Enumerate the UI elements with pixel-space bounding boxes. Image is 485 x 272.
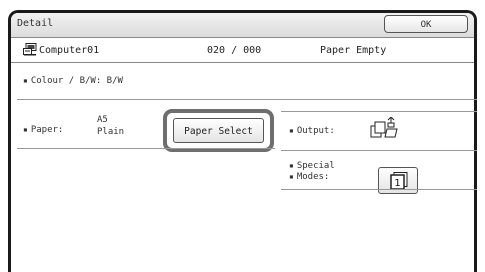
detail-window: Detail OK Computer01 020 / 000 Paper Emp… xyxy=(8,10,477,272)
divider xyxy=(281,111,477,112)
special-modes-icon: 1 xyxy=(390,172,408,194)
divider xyxy=(17,148,275,149)
paper-type: Plain xyxy=(97,127,125,137)
paper-select-highlight: Paper Select xyxy=(163,109,274,152)
job-name: Computer01 xyxy=(39,45,100,56)
paper-select-button[interactable]: Paper Select xyxy=(173,118,264,143)
title-bar: Detail OK xyxy=(11,13,474,38)
special-modes-label-line1: Special xyxy=(289,161,335,171)
output-tray-icon[interactable] xyxy=(368,116,400,143)
ok-button[interactable]: OK xyxy=(384,15,468,33)
special-modes-label-line2: Modes: xyxy=(289,172,330,182)
paper-size: A5 xyxy=(97,115,108,125)
computer-printer-icon xyxy=(23,43,37,59)
divider xyxy=(281,189,477,190)
window-title: Detail xyxy=(17,18,54,29)
job-count: 020 / 000 xyxy=(207,45,262,56)
output-label: Output: xyxy=(289,126,335,136)
colour-mode-label: Colour / B/W: B/W xyxy=(23,76,123,86)
job-status: Paper Empty xyxy=(320,45,387,56)
job-row: Computer01 020 / 000 Paper Empty xyxy=(11,40,474,63)
paper-label: Paper: xyxy=(23,125,64,135)
svg-text:1: 1 xyxy=(394,178,400,189)
divider xyxy=(281,150,477,151)
divider xyxy=(17,99,477,100)
